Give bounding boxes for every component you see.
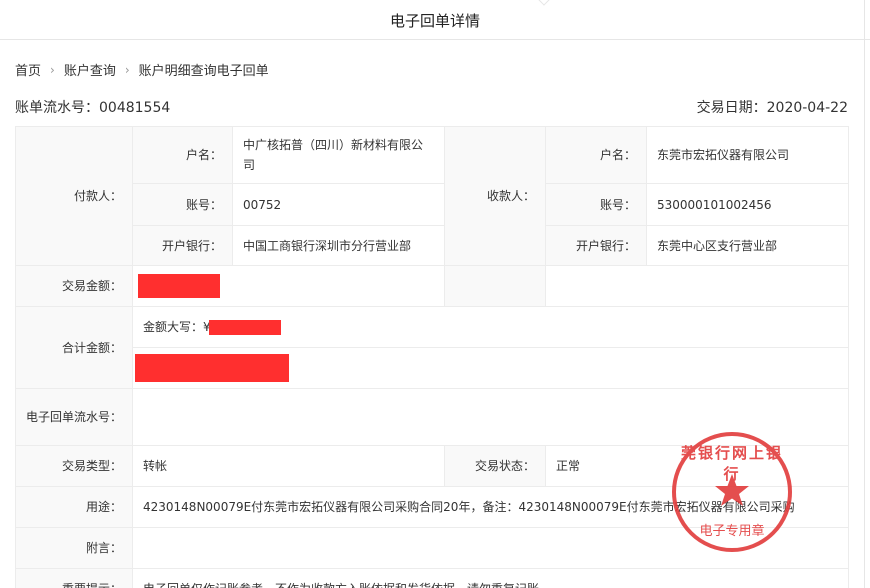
seal-arc-text: 莞银行网上银行 — [680, 444, 783, 483]
payer-bank-value: 中国工商银行深圳市分行营业部 — [232, 225, 445, 266]
window-title: 电子回单详情 — [389, 12, 480, 30]
breadcrumb-account-query[interactable]: 账户查询 — [64, 60, 116, 79]
total-label: 合计金额： — [15, 306, 133, 389]
amount-empty-value — [545, 265, 849, 307]
breadcrumb-current: 账户明细查询电子回单 — [138, 64, 269, 79]
serial-value: 00481554 — [99, 100, 171, 116]
breadcrumb-home[interactable]: 首页 — [15, 60, 41, 79]
payer-name-label: 户名： — [132, 126, 233, 184]
table-row: 开户银行： 中国工商银行深圳市分行营业部 开户银行： 东莞中心区支行营业部 — [16, 225, 849, 266]
total-number — [132, 347, 849, 389]
postscript-label: 附言： — [15, 527, 133, 569]
payee-account-value: 530000101002456 — [646, 183, 849, 226]
payee-bank-value: 东莞中心区支行营业部 — [646, 225, 849, 266]
redacted-amount — [138, 274, 220, 298]
date-label: 交易日期： — [696, 100, 767, 116]
receipt-serial-label: 电子回单流水号： — [15, 388, 133, 446]
total-upper-label: 金额大写： — [143, 320, 204, 334]
trade-status-label: 交易状态： — [444, 445, 546, 487]
breadcrumb: 首页 › 账户查询 › 账户明细查询电子回单 — [15, 60, 269, 80]
trade-type-value: 转帐 — [132, 445, 445, 487]
payer-account-label: 账号： — [132, 183, 233, 226]
payee-name-label: 户名： — [545, 126, 647, 184]
table-row: 重要提示： 电子回单仅作记账参考，不作为收款方入账依据和发货依据，请勿重复记账 — [15, 568, 849, 588]
amount-empty-label — [444, 265, 546, 307]
title-notch — [538, 0, 550, 6]
title-bar: 电子回单详情 — [0, 0, 870, 40]
payer-bank-label: 开户银行： — [132, 225, 233, 266]
table-row: 交易金额： — [15, 265, 849, 307]
table-row — [16, 347, 849, 389]
right-divider — [864, 0, 865, 588]
amount-label: 交易金额： — [15, 265, 133, 307]
payee-name-value: 东莞市宏拓仪器有限公司 — [646, 126, 849, 184]
serial-label: 账单流水号： — [15, 100, 99, 116]
table-row: 账号： 00752 账号： 530000101002456 — [16, 183, 849, 226]
payee-account-label: 账号： — [545, 183, 647, 226]
seal-bottom-text: 电子专用章 — [699, 524, 765, 539]
redacted-total-amount — [135, 354, 289, 382]
notice-value: 电子回单仅作记账参考，不作为收款方入账依据和发货依据，请勿重复记账 — [132, 568, 849, 588]
payer-name-value: 中广核拓普（四川）新材料有限公司 — [232, 126, 445, 184]
bank-seal: 莞银行网上银行 电子专用章 — [672, 432, 792, 552]
payee-label: 收款人： — [444, 126, 546, 266]
payer-label: 付款人： — [15, 126, 133, 266]
total-upper: 金额大写：¥ — [132, 306, 849, 348]
payee-bank-label: 开户银行： — [545, 225, 647, 266]
redacted-upper-amount — [208, 320, 281, 335]
table-row: 合计金额： 金额大写：¥ — [15, 306, 849, 389]
payer-account-value: 00752 — [232, 183, 445, 226]
date-value: 2020-04-22 — [766, 100, 848, 116]
chevron-right-icon: › — [50, 62, 55, 77]
notice-label: 重要提示： — [15, 568, 133, 588]
trade-type-label: 交易类型： — [15, 445, 133, 487]
amount-value — [132, 265, 445, 307]
purpose-label: 用途： — [15, 486, 133, 528]
trade-date: 交易日期：2020-04-22 — [697, 97, 848, 117]
chevron-right-icon: › — [124, 62, 130, 77]
table-row: 付款人： 户名： 中广核拓普（四川）新材料有限公司 收款人： 户名： 东莞市宏拓… — [15, 126, 849, 266]
serial-number: 账单流水号：00481554 — [15, 97, 170, 117]
